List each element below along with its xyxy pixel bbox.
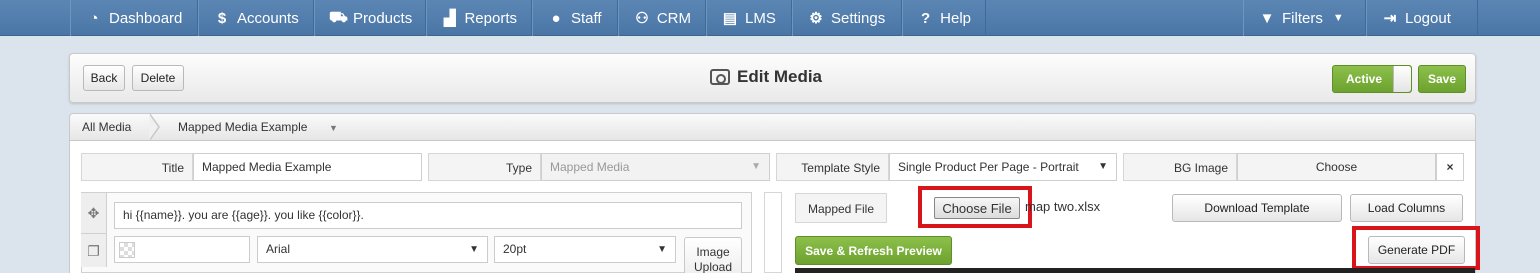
title-input[interactable]: Mapped Media Example: [193, 153, 422, 181]
book-icon: ▤: [722, 10, 738, 27]
type-select[interactable]: Mapped Media ▼: [541, 153, 770, 181]
nav-lms[interactable]: ▤ LMS: [706, 0, 792, 36]
font-size-select[interactable]: 20pt ▼: [494, 236, 676, 263]
preview-area-border: [795, 268, 1475, 273]
back-button[interactable]: Back: [83, 65, 125, 91]
logout-icon: ⇥: [1383, 10, 1397, 27]
bg-image-clear-button[interactable]: ×: [1436, 153, 1464, 181]
chevron-down-icon[interactable]: ▼: [329, 123, 338, 133]
active-toggle[interactable]: Active: [1332, 65, 1412, 93]
chevron-down-icon: ▼: [1332, 12, 1344, 24]
type-label: Type: [428, 153, 541, 181]
divider-scrollbar: [764, 192, 782, 273]
chart-icon: ▟: [443, 10, 456, 27]
font-select[interactable]: Arial ▼: [257, 236, 488, 263]
toggle-knob: [1393, 66, 1411, 92]
download-template-button[interactable]: Download Template: [1172, 194, 1342, 222]
image-upload-button[interactable]: Image Upload: [684, 237, 742, 273]
nav-crm[interactable]: ⚇ CRM: [618, 0, 706, 36]
nav-filters[interactable]: ▼ Filters ▼: [1243, 0, 1366, 36]
toolbar-panel: Back Delete Edit Media Active Save: [69, 53, 1476, 103]
nav-dashboard[interactable]: ◔ Dashboard: [70, 0, 198, 36]
load-columns-button[interactable]: Load Columns: [1350, 194, 1463, 222]
breadcrumb: All Media Mapped Media Example ▼: [69, 113, 1476, 141]
template-style-label: Template Style: [776, 153, 889, 181]
gear-icon: ⚙: [809, 10, 823, 27]
breadcrumb-separator: [149, 113, 160, 141]
chevron-down-icon: ▼: [657, 244, 667, 255]
mapped-file-label: Mapped File: [795, 193, 887, 223]
user-icon: ●: [551, 9, 561, 27]
delete-button[interactable]: Delete: [132, 65, 184, 91]
chevron-down-icon: ▼: [751, 161, 761, 172]
question-icon: ?: [920, 9, 931, 27]
template-style-select[interactable]: Single Product Per Page - Portrait ▼: [889, 153, 1117, 181]
breadcrumb-all-media[interactable]: All Media: [82, 114, 131, 140]
nav-help[interactable]: ? Help: [902, 0, 986, 36]
copy-icon[interactable]: ❐: [81, 233, 107, 267]
media-icon: [710, 69, 730, 85]
transparent-swatch: [119, 242, 135, 258]
nav-staff[interactable]: ● Staff: [532, 0, 618, 36]
nav-products[interactable]: ⛟ Products: [314, 0, 426, 36]
move-icon[interactable]: ✥: [81, 193, 107, 233]
nav-accounts[interactable]: $ Accounts: [198, 0, 314, 36]
chevron-down-icon: ▼: [1098, 161, 1108, 172]
cart-icon: ⛟: [329, 8, 348, 26]
breadcrumb-current[interactable]: Mapped Media Example: [178, 114, 307, 140]
chevron-down-icon: ▼: [469, 244, 479, 255]
users-icon: ⚇: [635, 10, 649, 27]
title-label: Title: [81, 153, 193, 181]
generate-pdf-button[interactable]: Generate PDF: [1368, 236, 1465, 264]
bg-image-label: BG Image: [1123, 153, 1237, 181]
nav-settings[interactable]: ⚙ Settings: [792, 0, 902, 36]
save-button[interactable]: Save: [1418, 65, 1466, 93]
top-nav: ◔ Dashboard $ Accounts ⛟ Products ▟ Reports …: [0, 0, 1540, 36]
nav-logout[interactable]: ⇥ Logout: [1366, 0, 1478, 36]
bg-image-choose-button[interactable]: Choose: [1237, 153, 1436, 181]
dashboard-icon: ◔: [89, 9, 99, 27]
dollar-icon: $: [217, 9, 227, 27]
choose-file-button[interactable]: Choose File: [934, 197, 1020, 219]
nav-reports[interactable]: ▟ Reports: [426, 0, 532, 36]
filter-icon: ▼: [1259, 9, 1275, 27]
save-refresh-preview-button[interactable]: Save & Refresh Preview: [795, 236, 952, 265]
page-title: Edit Media: [710, 67, 822, 87]
text-content-input[interactable]: hi {{name}}. you are {{age}}. you like {…: [114, 202, 742, 229]
file-name: map two.xlsx: [1025, 199, 1101, 214]
